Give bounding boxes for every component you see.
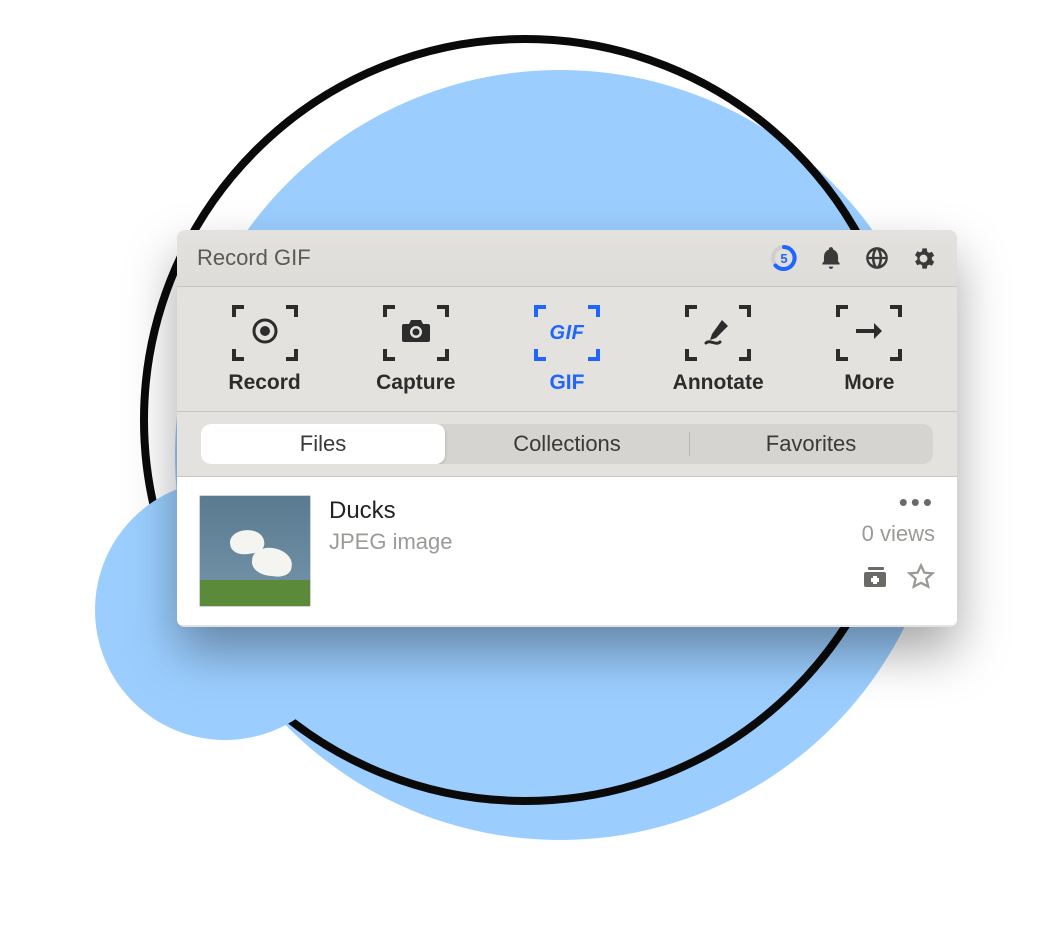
file-list: Ducks JPEG image ••• 0 views — [177, 477, 957, 627]
tool-label: GIF — [549, 371, 584, 395]
file-info: Ducks JPEG image — [329, 495, 843, 555]
tab-label: Files — [300, 431, 346, 457]
tool-label: Record — [228, 371, 300, 395]
file-thumbnail — [199, 495, 311, 607]
file-row[interactable]: Ducks JPEG image ••• 0 views — [177, 477, 957, 627]
arrow-right-icon — [854, 320, 884, 347]
file-meta: ••• 0 views — [861, 495, 935, 591]
pencil-icon — [702, 316, 734, 351]
segmented-control: Files Collections Favorites — [201, 424, 933, 464]
window-title: Record GIF — [197, 245, 311, 271]
tool-label: Capture — [376, 371, 455, 395]
tab-label: Collections — [513, 431, 621, 457]
tool-label: Annotate — [673, 371, 764, 395]
tab-collections[interactable]: Collections — [445, 424, 689, 464]
add-to-collection-icon[interactable] — [861, 563, 889, 591]
svg-text:5: 5 — [780, 251, 787, 266]
main-toolbar: Record Capture GIF GIF — [177, 287, 957, 412]
tool-more[interactable]: More — [799, 305, 939, 395]
tool-label: More — [844, 371, 894, 395]
globe-icon[interactable] — [864, 245, 890, 271]
tool-gif[interactable]: GIF GIF — [497, 305, 637, 395]
gif-icon: GIF — [550, 322, 585, 345]
tab-favorites[interactable]: Favorites — [689, 424, 933, 464]
tab-label: Favorites — [766, 431, 856, 457]
file-views: 0 views — [862, 521, 935, 547]
tabs-row: Files Collections Favorites — [177, 412, 957, 477]
tool-annotate[interactable]: Annotate — [648, 305, 788, 395]
titlebar-actions: 5 — [770, 244, 937, 272]
titlebar: Record GIF 5 — [177, 230, 957, 287]
file-type: JPEG image — [329, 529, 843, 555]
record-icon — [251, 317, 279, 350]
bell-icon[interactable] — [818, 245, 844, 271]
gear-icon[interactable] — [910, 245, 937, 272]
more-options-icon[interactable]: ••• — [899, 497, 935, 507]
file-name: Ducks — [329, 497, 843, 525]
app-window: Record GIF 5 — [177, 230, 957, 627]
tool-capture[interactable]: Capture — [346, 305, 486, 395]
tab-files[interactable]: Files — [201, 424, 445, 464]
star-icon[interactable] — [907, 563, 935, 591]
tool-record[interactable]: Record — [195, 305, 335, 395]
countdown-icon[interactable]: 5 — [770, 244, 798, 272]
camera-icon — [400, 318, 432, 349]
